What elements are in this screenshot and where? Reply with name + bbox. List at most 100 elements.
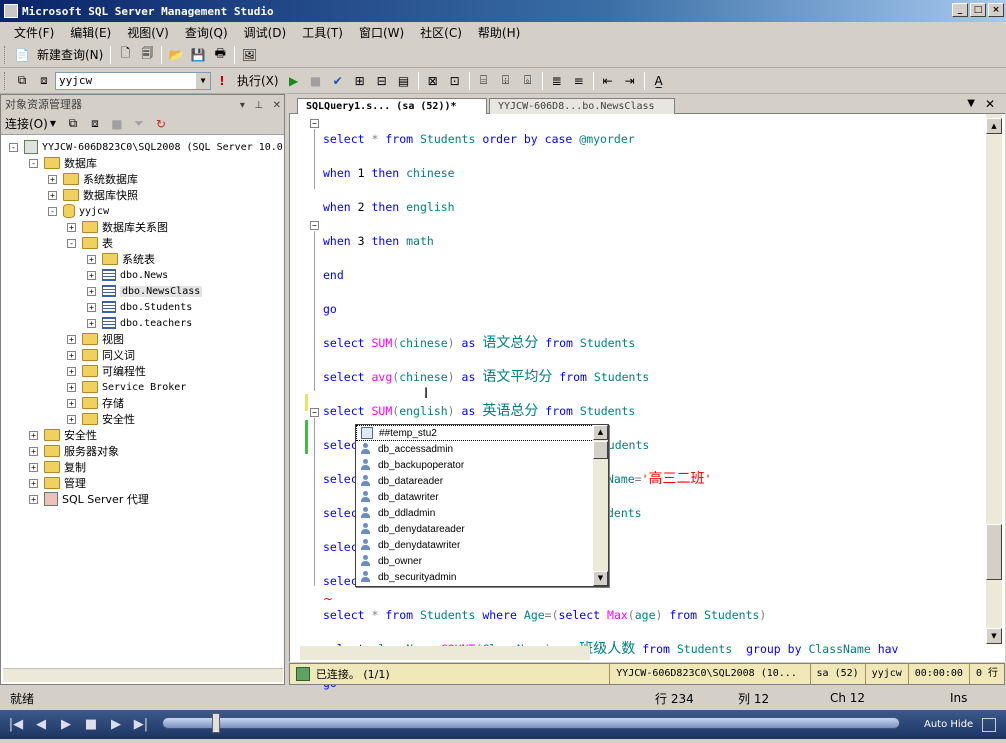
collapse-icon[interactable]: − [310,408,319,417]
expand-icon[interactable]: + [67,398,76,408]
query-designer-icon[interactable]: ⊟ [373,72,391,90]
tree-node-synonyms[interactable]: + 同义词 [67,347,135,363]
progress-slider-knob[interactable] [212,713,220,733]
tree-node-table-teachers[interactable]: + dbo.teachers [87,315,192,331]
next-icon[interactable]: ▶ [106,716,126,734]
change-connection-icon[interactable]: ⧈ [35,72,53,90]
autohide-label[interactable]: Auto Hide [924,719,973,730]
expand-icon[interactable]: + [67,366,76,376]
execute-button[interactable]: 执行(X) [237,72,279,89]
collapse-icon[interactable]: - [67,238,76,248]
intellisense-item[interactable]: db_datareader [356,473,608,489]
intellisense-item[interactable]: db_denydatawriter [356,537,608,553]
intellisense-item[interactable]: db_accessadmin [356,441,608,457]
connect-button[interactable]: 连接(O) [5,115,48,132]
tree-node-system-databases[interactable]: + 系统数据库 [48,171,138,187]
scroll-up-icon[interactable]: ▲ [986,118,1002,134]
expand-icon[interactable]: + [29,462,38,472]
results-text-icon[interactable]: ⌸ [475,72,493,90]
intellisense-item[interactable]: db_owner [356,553,608,569]
close-button[interactable]: × [988,3,1004,17]
specify-values-icon[interactable]: A̲ [650,72,668,90]
include-plan-icon[interactable]: ⊠ [424,72,442,90]
expand-icon[interactable]: + [87,302,96,312]
open-folder-icon[interactable]: 📂 [167,46,185,64]
menu-window[interactable]: 窗口(W) [351,24,412,41]
tree-node-storage[interactable]: + 存储 [67,395,124,411]
editor-horizontal-scrollbar[interactable] [300,646,590,660]
expand-icon[interactable]: + [48,190,57,200]
menu-query[interactable]: 查询(Q) [177,24,236,41]
connect-server-icon[interactable]: ⧉ [64,115,82,133]
decrease-indent-icon[interactable]: ⇤ [599,72,617,90]
tree-node-yyjcw[interactable]: - yyjcw [48,203,109,219]
intellisense-item[interactable]: db_ddladmin [356,505,608,521]
collapse-icon[interactable]: - [29,158,38,168]
autohide-checkbox[interactable] [982,717,996,732]
expand-icon[interactable]: + [67,334,76,344]
tree-node-programmability[interactable]: + 可编程性 [67,363,146,379]
editor-vertical-scrollbar[interactable]: ▲ ▼ [986,114,1002,644]
menu-debug[interactable]: 调试(D) [236,24,295,41]
stop-icon[interactable]: ■ [307,72,325,90]
toolbar-grip[interactable] [4,45,7,64]
tree-node-table-newsclass[interactable]: + dbo.NewsClass [87,283,203,299]
expand-icon[interactable]: + [87,286,96,296]
parse-check-icon[interactable]: ✔ [329,72,347,90]
increase-indent-icon[interactable]: ⇥ [621,72,639,90]
display-plan-icon[interactable]: ⊞ [351,72,369,90]
debug-play-icon[interactable]: ▶ [285,72,303,90]
refresh-icon[interactable]: ↻ [152,115,170,133]
scroll-up-icon[interactable]: ▲ [593,425,608,440]
new-file-icon[interactable]: 🗋 [116,46,134,64]
tab-list-icon[interactable]: ▼ [967,98,975,109]
minimize-button[interactable]: _ [952,3,968,17]
chevron-down-icon[interactable]: ▼ [50,119,56,128]
results-grid-icon[interactable]: ▤ [395,72,413,90]
print-icon[interactable]: 🖶 [211,46,229,64]
expand-icon[interactable]: + [67,382,76,392]
tree-node-replication[interactable]: + 复制 [29,459,86,475]
tree-node-database-snapshots[interactable]: + 数据库快照 [48,187,138,203]
previous-icon[interactable]: ◀ [31,716,51,734]
chevron-down-icon[interactable]: ▼ [196,72,210,89]
dropdown-icon[interactable]: ▾ [240,100,245,111]
stop-icon[interactable]: ■ [108,115,126,133]
database-select[interactable]: yyjcw ▼ [55,71,211,90]
tree-node-views[interactable]: + 视图 [67,331,124,347]
scroll-down-icon[interactable]: ▼ [593,571,608,586]
save-icon[interactable]: 💾 [189,46,207,64]
close-tab-icon[interactable]: ✕ [985,97,995,111]
progress-slider[interactable] [162,717,900,729]
collapse-icon[interactable]: - [48,206,57,216]
new-project-icon[interactable]: 🗐 [138,46,156,64]
maximize-button[interactable]: □ [970,3,986,17]
comment-icon[interactable]: ≣ [548,72,566,90]
expand-icon[interactable]: + [29,494,38,504]
tree-node-server-objects[interactable]: + 服务器对象 [29,443,119,459]
skip-forward-icon[interactable]: ▶| [131,716,151,734]
expand-icon[interactable]: + [29,430,38,440]
tree-node-databases[interactable]: - 数据库 [29,155,97,171]
close-icon[interactable]: ✕ [273,100,281,111]
skip-back-icon[interactable]: |◀ [6,716,26,734]
client-stats-icon[interactable]: ⊡ [446,72,464,90]
filter-icon[interactable]: ⏷ [130,115,148,133]
tree-node-sql-agent[interactable]: + SQL Server 代理 [29,491,149,507]
horizontal-scrollbar[interactable] [3,668,283,682]
intellisense-item[interactable]: db_securityadmin [356,569,608,585]
disconnect-icon[interactable]: ⧈ [86,115,104,133]
intellisense-item[interactable]: db_denydatareader [356,521,608,537]
results-grid-toggle-icon[interactable]: ⌹ [497,72,515,90]
menu-file[interactable]: 文件(F) [6,24,62,41]
expand-icon[interactable]: + [29,478,38,488]
collapse-icon[interactable]: − [310,119,319,128]
expand-icon[interactable]: + [29,446,38,456]
intellisense-dropdown[interactable]: ##temp_stu2 db_accessadmin db_backupoper… [355,424,609,587]
intellisense-scrollbar[interactable]: ▲ ▼ [593,425,608,586]
activity-monitor-icon[interactable]: 🖼 [240,46,258,64]
menu-tools[interactable]: 工具(T) [294,24,351,41]
scroll-thumb[interactable] [593,441,608,459]
tree-node-security[interactable]: + 安全性 [29,427,97,443]
play-icon[interactable]: ▶ [56,716,76,734]
